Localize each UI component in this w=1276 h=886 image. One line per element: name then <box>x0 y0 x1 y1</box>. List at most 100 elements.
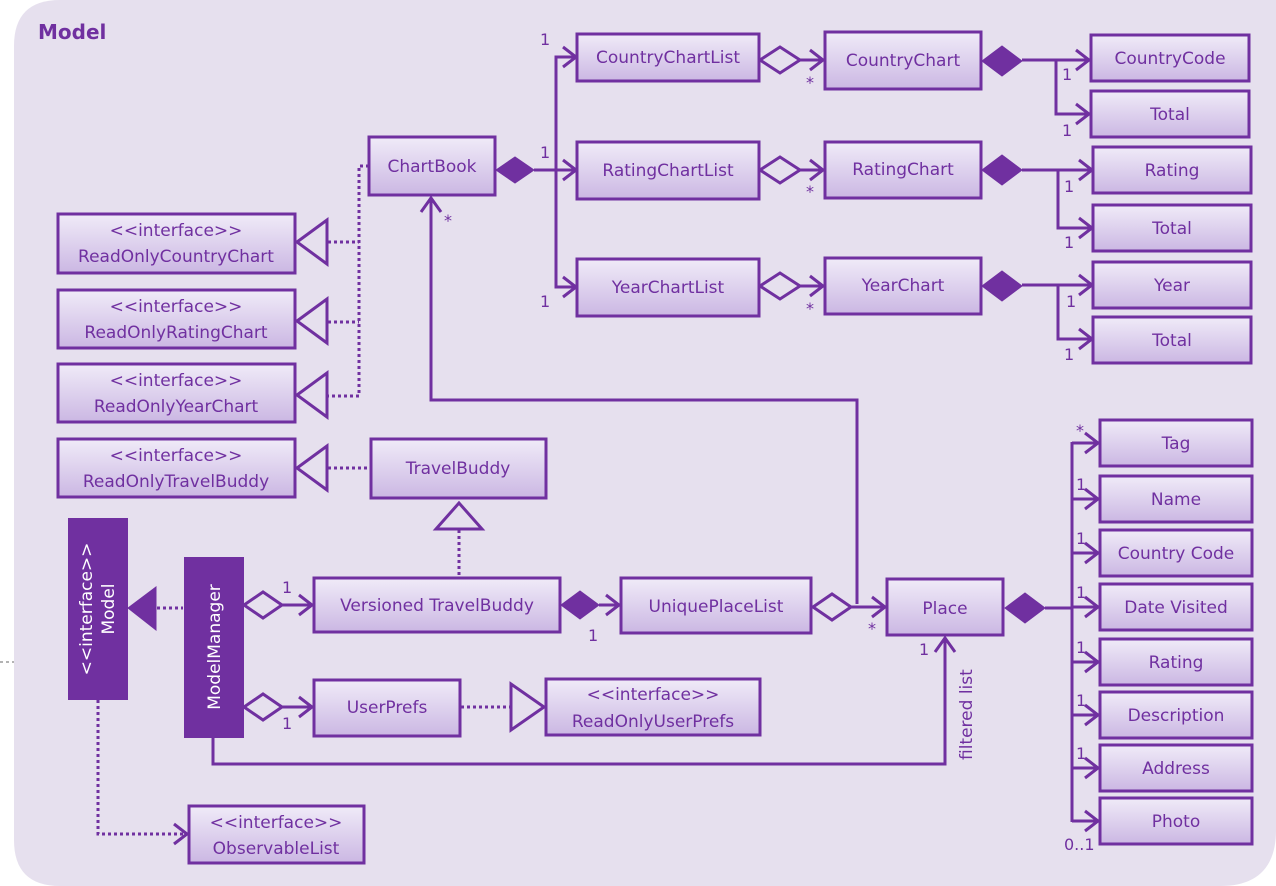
interface-read-only-travel-buddy[interactable]: <<interface>> ReadOnlyTravelBuddy <box>56 437 297 499</box>
class-rating-chart[interactable]: RatingChart <box>823 140 983 200</box>
interface-name: ReadOnlyCountryChart <box>78 247 274 267</box>
class-name: Year <box>1153 276 1190 296</box>
class-date-visited[interactable]: Date Visited <box>1098 582 1254 632</box>
class-name: Tag <box>1161 434 1191 454</box>
class-user-prefs[interactable]: UserPrefs <box>312 678 462 738</box>
stereotype-label: <<interface>> <box>110 221 243 241</box>
class-name: Description <box>1128 706 1225 726</box>
class-name: YearChartList <box>611 278 725 298</box>
class-country-chart-list[interactable]: CountryChartList <box>575 32 761 83</box>
class-photo[interactable]: Photo <box>1098 796 1254 846</box>
class-rating[interactable]: Rating <box>1098 637 1254 687</box>
multiplicity-label: 1 <box>588 626 598 645</box>
class-name: CountryChartList <box>596 48 740 68</box>
class-name: RatingChart <box>852 160 954 180</box>
multiplicity-label: 1 <box>1076 475 1086 494</box>
class-name: Rating <box>1145 161 1200 181</box>
interface-name: ReadOnlyTravelBuddy <box>83 472 269 492</box>
class-name: YearChart <box>861 276 945 296</box>
class-name: Date Visited <box>1124 598 1228 618</box>
multiplicity-label: 1 <box>1066 292 1076 311</box>
interface-name: ReadOnlyUserPrefs <box>572 712 734 732</box>
multiplicity-label: 1 <box>540 143 550 162</box>
multiplicity-label: * <box>806 299 814 318</box>
multiplicity-label: * <box>868 619 876 638</box>
multiplicity-label: * <box>1076 421 1084 440</box>
class-name[interactable]: Name <box>1098 474 1254 524</box>
class-name: Versioned TravelBuddy <box>340 596 534 616</box>
class-name: Photo <box>1152 812 1201 832</box>
class-place[interactable]: Place <box>885 577 1005 637</box>
class-chartbook[interactable]: ChartBook <box>367 135 497 197</box>
class-travel-buddy[interactable]: TravelBuddy <box>369 437 548 500</box>
multiplicity-label: 1 <box>1076 744 1086 763</box>
multiplicity-label: 1 <box>919 640 929 659</box>
multiplicity-label: 0..1 <box>1064 835 1095 854</box>
class-country-chart[interactable]: CountryChart <box>823 30 983 91</box>
class-name: UserPrefs <box>347 698 428 718</box>
class-name: Address <box>1142 759 1210 779</box>
stereotype-label: <<interface>> <box>210 813 343 833</box>
multiplicity-label: 1 <box>282 714 292 733</box>
class-year-chart-list[interactable]: YearChartList <box>575 257 761 318</box>
interface-read-only-user-prefs[interactable]: <<interface>> ReadOnlyUserPrefs <box>544 677 762 737</box>
interface-read-only-year-chart[interactable]: <<interface>> ReadOnlyYearChart <box>56 362 297 424</box>
class-name: CountryChart <box>846 51 961 71</box>
class-name: Total <box>1151 219 1192 239</box>
interface-name: Model <box>99 583 119 634</box>
interface-observable-list[interactable]: <<interface>> ObservableList <box>187 804 366 865</box>
class-name: Place <box>922 599 967 619</box>
multiplicity-label: 1 <box>1076 691 1086 710</box>
class-name: Name <box>1151 490 1201 510</box>
class-name: Total <box>1151 331 1192 351</box>
multiplicity-label: 1 <box>1076 529 1086 548</box>
class-year-total[interactable]: Total <box>1091 315 1253 365</box>
class-unique-place-list[interactable]: UniquePlaceList <box>619 576 813 635</box>
class-rating[interactable]: Rating <box>1091 145 1253 195</box>
class-country-code[interactable]: CountryCode <box>1089 33 1251 83</box>
class-name: TravelBuddy <box>405 459 511 479</box>
interface-read-only-rating-chart[interactable]: <<interface>> ReadOnlyRatingChart <box>56 288 297 350</box>
class-versioned-travel-buddy[interactable]: Versioned TravelBuddy <box>312 576 562 634</box>
package-title: Model <box>38 20 106 44</box>
multiplicity-label: 1 <box>1064 177 1074 196</box>
class-name: CountryCode <box>1114 49 1225 69</box>
class-address[interactable]: Address <box>1098 743 1254 793</box>
class-model-manager[interactable]: ModelManager <box>184 557 244 738</box>
class-country-total[interactable]: Total <box>1089 89 1251 139</box>
class-name: RatingChartList <box>602 161 734 181</box>
multiplicity-label: 1 <box>1062 121 1072 140</box>
stereotype-label: <<interface>> <box>110 297 243 317</box>
class-rating-total[interactable]: Total <box>1091 203 1253 253</box>
multiplicity-label: 1 <box>1076 583 1086 602</box>
class-rating-chart-list[interactable]: RatingChartList <box>575 140 761 201</box>
class-year-chart[interactable]: YearChart <box>823 256 983 316</box>
multiplicity-label: 1 <box>1064 345 1074 364</box>
class-year[interactable]: Year <box>1091 260 1253 310</box>
class-country-code[interactable]: Country Code <box>1098 528 1254 578</box>
uml-class-diagram: Model *1111110..1 ChartBook CountryChart… <box>0 0 1276 886</box>
filtered-list-label: filtered list <box>957 669 977 760</box>
multiplicity-label: * <box>806 73 814 92</box>
class-name: Rating <box>1149 653 1204 673</box>
multiplicity-label: 1 <box>282 578 292 597</box>
multiplicity-label: 1 <box>540 30 550 49</box>
class-tag[interactable]: Tag <box>1098 418 1254 468</box>
interface-read-only-country-chart[interactable]: <<interface>> ReadOnlyCountryChart <box>56 212 297 275</box>
multiplicity-label: 1 <box>1076 638 1086 657</box>
interface-name: ReadOnlyRatingChart <box>84 323 268 343</box>
class-name: ModelManager <box>205 584 225 710</box>
class-name: Total <box>1149 105 1190 125</box>
stereotype-label: <<interface>> <box>110 446 243 466</box>
interface-model[interactable]: <<interface>> Model <box>68 518 128 700</box>
multiplicity-label: * <box>806 182 814 201</box>
stereotype-label: <<interface>> <box>110 371 243 391</box>
class-name: UniquePlaceList <box>649 597 784 617</box>
stereotype-label: <<interface>> <box>77 543 97 676</box>
class-name: ChartBook <box>387 157 476 177</box>
class-description[interactable]: Description <box>1098 690 1254 740</box>
class-name: Country Code <box>1118 544 1234 564</box>
multiplicity-label: 1 <box>540 292 550 311</box>
interface-name: ReadOnlyYearChart <box>94 397 259 417</box>
multiplicity-label: 1 <box>1064 233 1074 252</box>
